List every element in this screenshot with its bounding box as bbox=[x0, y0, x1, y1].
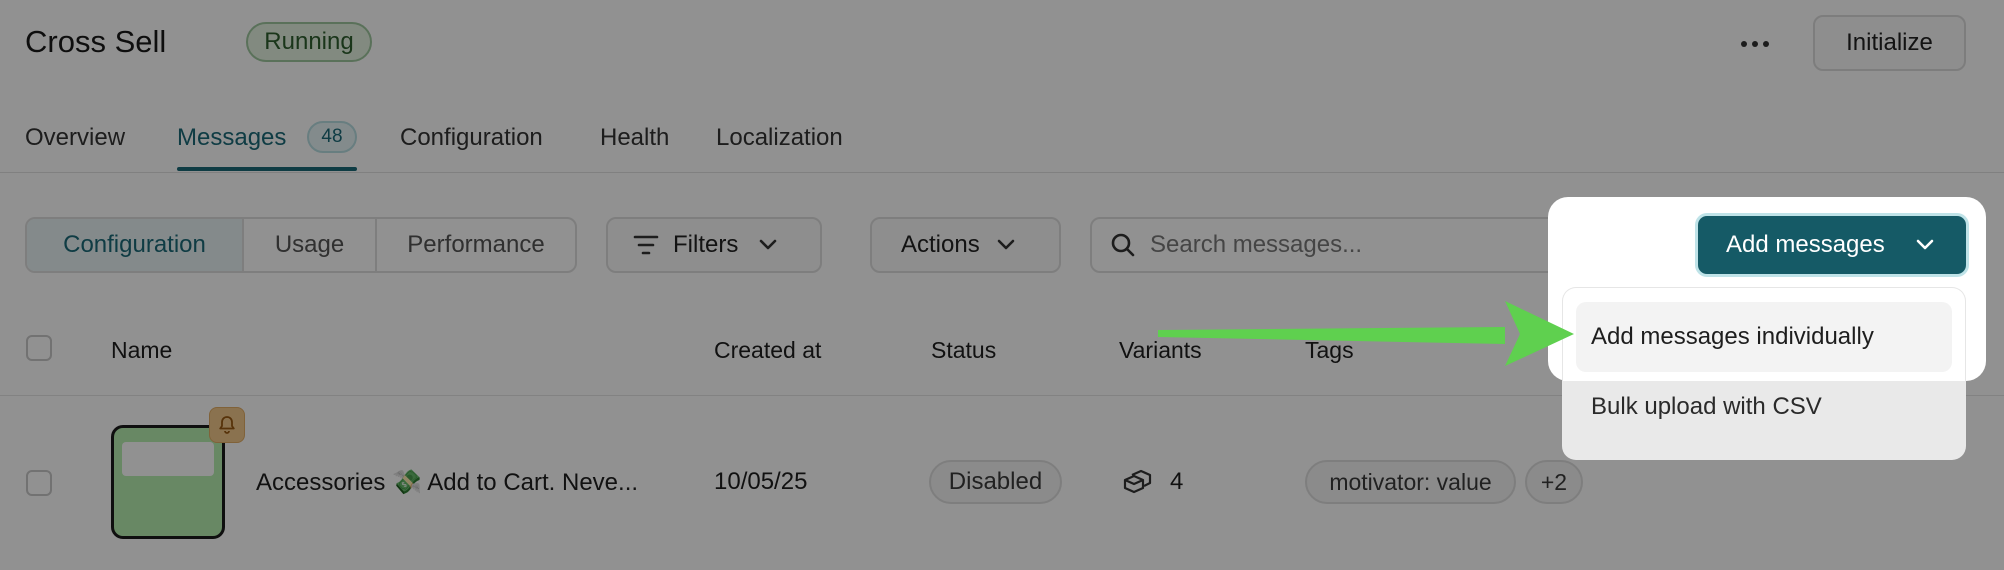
chevron-down-icon bbox=[1916, 239, 1934, 250]
add-messages-label: Add messages bbox=[1726, 231, 1885, 258]
add-messages-button[interactable]: Add messages bbox=[1698, 216, 1966, 274]
menu-item-bulk-upload-csv[interactable]: Bulk upload with CSV bbox=[1591, 393, 1822, 421]
menu-item-add-individually[interactable]: Add messages individually bbox=[1576, 302, 1952, 372]
arrow-annotation bbox=[1158, 301, 1574, 366]
